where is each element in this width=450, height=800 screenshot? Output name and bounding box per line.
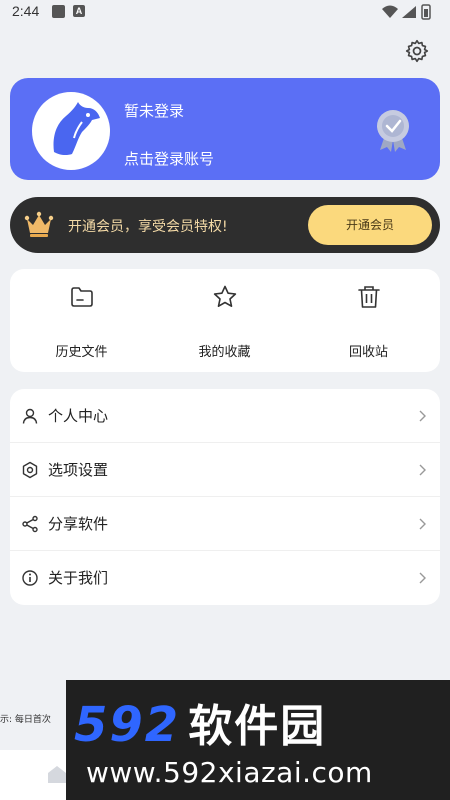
menu-item-label: 个人中心 (48, 407, 109, 425)
menu-item-share-app[interactable]: 分享软件 (10, 497, 440, 551)
app-notification-icon: A (73, 5, 85, 17)
chevron-right-icon (419, 518, 426, 530)
quick-favorites[interactable]: 我的收藏 (153, 269, 296, 372)
watermark-logo: 592 软件园 (74, 690, 326, 754)
vip-promo-text: 开通会员，享受会员特权! (68, 219, 228, 235)
trash-icon (358, 286, 380, 308)
status-indicators (380, 2, 440, 26)
menu-item-options-settings[interactable]: 选项设置 (10, 443, 440, 497)
crown-icon (24, 211, 54, 237)
star-icon (213, 285, 237, 307)
settings-menu: 个人中心 选项设置 分享软件 关于我们 (10, 389, 440, 605)
menu-item-label: 关于我们 (48, 569, 109, 587)
bottom-navigation (0, 750, 70, 800)
menu-item-personal-center[interactable]: 个人中心 (10, 389, 440, 443)
menu-item-label: 选项设置 (48, 461, 109, 479)
certified-badge-icon (377, 110, 409, 152)
watermark-brand-number: 592 (74, 697, 181, 753)
quick-recycle-bin[interactable]: 回收站 (297, 269, 440, 372)
vip-promo-bar: 开通会员，享受会员特权! 开通会员 (10, 197, 440, 253)
wifi-signal-battery-icon (382, 4, 431, 20)
notice-ticker: 示: 每日首次 (0, 715, 51, 725)
settings-icon (22, 461, 38, 479)
person-icon (22, 408, 38, 424)
info-icon (22, 570, 38, 586)
chevron-right-icon (419, 410, 426, 422)
menu-item-label: 分享软件 (48, 515, 109, 533)
watermark-brand-text: 软件园 (188, 701, 327, 752)
quick-action-label: 回收站 (348, 345, 388, 360)
login-card[interactable]: 暂未登录 点击登录账号 (10, 78, 440, 180)
login-prompt-text[interactable]: 点击登录账号 (124, 148, 214, 169)
camel-logo-icon (53, 102, 100, 156)
folder-icon (71, 287, 93, 307)
share-icon (22, 515, 38, 533)
watermark-overlay: 592 软件园 www.592xiazai.com (66, 680, 450, 800)
status-time: 2:44 (12, 3, 40, 19)
quick-action-label: 我的收藏 (198, 345, 251, 360)
login-status-text[interactable]: 暂未登录 (124, 100, 184, 121)
avatar[interactable] (32, 92, 110, 170)
open-vip-button[interactable]: 开通会员 (308, 205, 432, 245)
chevron-right-icon (419, 572, 426, 584)
quick-history-files[interactable]: 历史文件 (10, 269, 153, 372)
quick-actions-card: 历史文件 我的收藏 回收站 (10, 269, 440, 372)
chevron-right-icon (419, 464, 426, 476)
quick-action-label: 历史文件 (55, 345, 108, 360)
home-tab-icon[interactable] (46, 764, 68, 784)
watermark-url: www.592xiazai.com (86, 756, 373, 789)
status-bar: 2:44 A (0, 0, 450, 24)
menu-item-about-us[interactable]: 关于我们 (10, 551, 440, 605)
settings-gear-icon[interactable] (404, 38, 430, 64)
notification-icon (52, 5, 65, 18)
